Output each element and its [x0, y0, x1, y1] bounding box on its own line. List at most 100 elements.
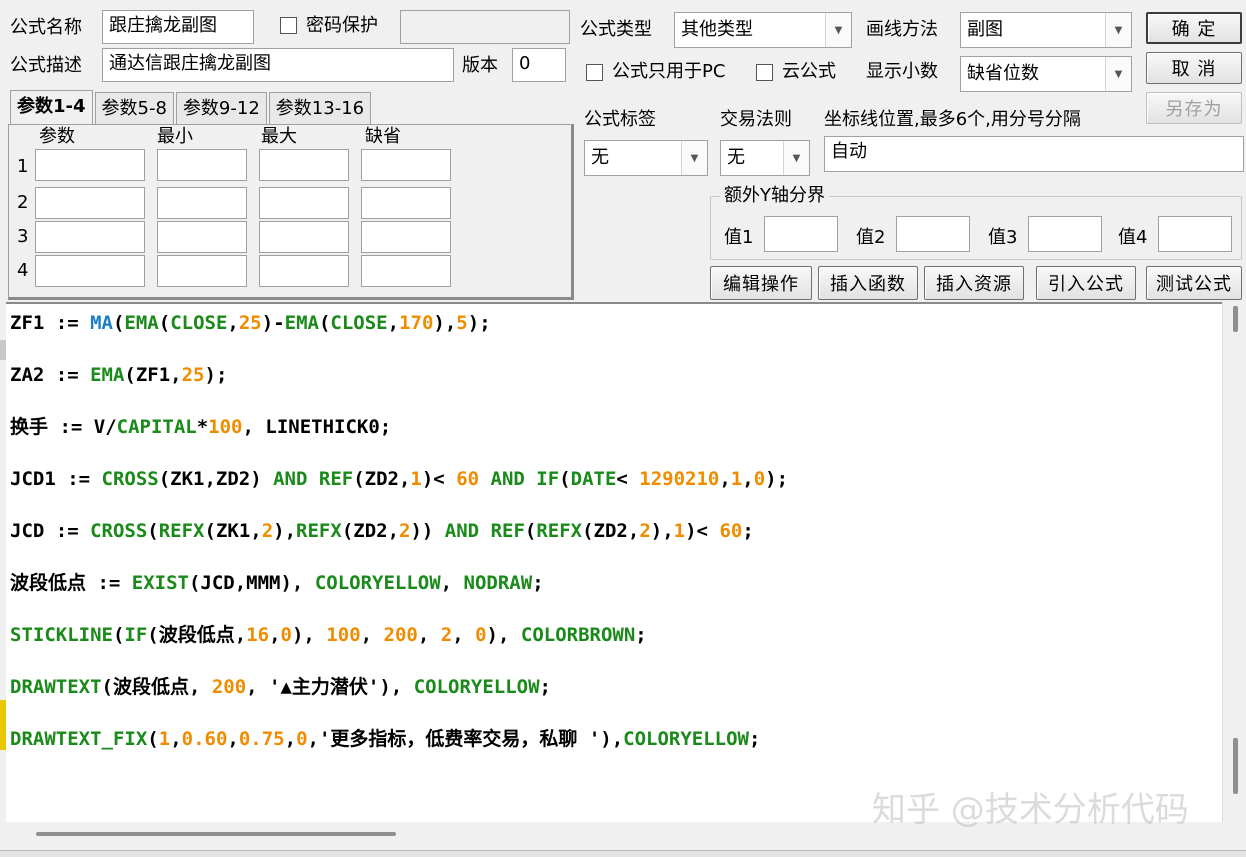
code-token: );: [765, 468, 789, 490]
tab-params-1-4[interactable]: 参数1-4: [10, 90, 93, 124]
formula-type-select[interactable]: 其他类型 ▼: [674, 12, 852, 48]
code-line[interactable]: JCD1 := CROSS(ZK1,ZD2) AND REF(ZD2,1)< 6…: [10, 466, 788, 492]
code-token: ,: [452, 624, 476, 646]
code-token: ,: [170, 728, 182, 750]
draw-method-select[interactable]: 副图 ▼: [960, 12, 1132, 48]
code-token: )<: [421, 468, 457, 490]
param-3-default[interactable]: [361, 221, 451, 253]
param-4-min[interactable]: [157, 255, 247, 287]
formula-desc-label: 公式描述: [10, 55, 82, 76]
save-as-button[interactable]: 另存为: [1146, 92, 1242, 124]
param-1-min[interactable]: [157, 149, 247, 181]
code-token: ;: [532, 572, 544, 594]
code-line[interactable]: ZF1 := MA(EMA(CLOSE,25)-EMA(CLOSE,170),5…: [10, 310, 491, 336]
insert-function-button[interactable]: 插入函数: [818, 266, 918, 300]
formula-name-input[interactable]: 跟庄擒龙副图: [102, 10, 254, 44]
code-token: EXIST: [131, 572, 189, 594]
code-line[interactable]: ZA2 := EMA(ZF1,25);: [10, 362, 227, 388]
code-token: DRAWTEXT: [10, 676, 102, 698]
param-header-min: 最小: [157, 126, 193, 147]
param-3-min[interactable]: [157, 221, 247, 253]
trade-rule-select[interactable]: 无 ▼: [720, 140, 810, 176]
param-3-max[interactable]: [259, 221, 349, 253]
param-2-max[interactable]: [259, 187, 349, 219]
code-token: 100: [326, 624, 361, 646]
formula-type-value: 其他类型: [681, 19, 753, 40]
code-editor[interactable]: ZF1 := MA(EMA(CLOSE,25)-EMA(CLOSE,170),5…: [6, 302, 1222, 822]
tab-params-13-16[interactable]: 参数13-16: [268, 92, 372, 124]
code-token: 2: [261, 520, 274, 542]
value2-label: 值2: [856, 227, 886, 248]
chevron-down-icon[interactable]: ▼: [783, 141, 809, 175]
code-token: ZF1 :=: [10, 312, 91, 334]
code-token: 60: [456, 468, 491, 490]
edit-ops-button[interactable]: 编辑操作: [710, 266, 812, 300]
code-line[interactable]: JCD := CROSS(REFX(ZK1,2),REFX(ZD2,2)) AN…: [10, 518, 754, 544]
import-formula-button[interactable]: 引入公式: [1036, 266, 1136, 300]
password-input[interactable]: [400, 10, 570, 44]
scrollbar-thumb[interactable]: [1233, 738, 1238, 794]
code-token: MA: [90, 312, 113, 334]
param-4-max[interactable]: [259, 255, 349, 287]
test-formula-button[interactable]: 测试公式: [1146, 266, 1242, 300]
tab-params-5-8[interactable]: 参数5-8: [94, 92, 174, 124]
param-4-default[interactable]: [361, 255, 451, 287]
vertical-scrollbar[interactable]: [1222, 302, 1246, 822]
value1-input[interactable]: [764, 216, 838, 252]
code-token: ZA2 :=: [10, 364, 91, 386]
status-bar: [0, 850, 1246, 857]
code-token: 0: [296, 728, 308, 750]
code-token: (: [147, 520, 159, 542]
decimals-select[interactable]: 缺省位数 ▼: [960, 56, 1132, 92]
code-token: 2: [399, 520, 411, 542]
scrollbar-thumb-top[interactable]: [1233, 306, 1238, 332]
param-2-default[interactable]: [361, 187, 451, 219]
version-input[interactable]: 0: [512, 48, 566, 82]
ok-button[interactable]: 确 定: [1146, 12, 1242, 44]
tab-params-9-12[interactable]: 参数9-12: [175, 92, 267, 124]
code-token: CAPITAL: [116, 416, 197, 438]
param-row-number: 1: [17, 156, 29, 177]
code-token: (JCD,MMM),: [188, 572, 315, 594]
chevron-down-icon[interactable]: ▼: [681, 141, 707, 175]
formula-tag-select[interactable]: 无 ▼: [584, 140, 708, 176]
code-line[interactable]: 换手 := V/CAPITAL*100, LINETHICK0;: [10, 414, 391, 440]
param-row-number: 4: [17, 260, 29, 281]
insert-resource-button[interactable]: 插入资源: [924, 266, 1024, 300]
param-1-max[interactable]: [259, 149, 349, 181]
code-token: )): [410, 520, 445, 542]
param-2-min[interactable]: [157, 187, 247, 219]
value4-input[interactable]: [1158, 216, 1232, 252]
code-line[interactable]: DRAWTEXT_FIX(1,0.60,0.75,0,'更多指标，低费率交易，私…: [10, 726, 760, 752]
pc-only-checkbox[interactable]: [586, 64, 603, 81]
param-1-default[interactable]: [361, 149, 451, 181]
code-token: ),: [291, 624, 327, 646]
param-3-name[interactable]: [35, 221, 145, 253]
cancel-button[interactable]: 取 消: [1146, 52, 1242, 84]
chevron-down-icon[interactable]: ▼: [1105, 57, 1131, 91]
cloud-formula-checkbox[interactable]: [756, 64, 773, 81]
password-protect-checkbox[interactable]: [280, 17, 297, 34]
param-2-name[interactable]: [35, 187, 145, 219]
param-1-name[interactable]: [35, 149, 145, 181]
code-token: (ZF1,: [124, 364, 182, 386]
code-token: 0: [280, 624, 292, 646]
code-line[interactable]: STICKLINE(IF(波段低点,16,0), 100, 200, 2, 0)…: [10, 622, 647, 648]
code-token: ),: [433, 312, 457, 334]
code-token: ,: [719, 468, 731, 490]
value3-input[interactable]: [1028, 216, 1102, 252]
formula-desc-input[interactable]: 通达信跟庄擒龙副图: [102, 48, 454, 82]
value2-input[interactable]: [896, 216, 970, 252]
chevron-down-icon[interactable]: ▼: [825, 13, 851, 47]
code-line[interactable]: DRAWTEXT(波段低点, 200, '▲主力潜伏'), COLORYELLO…: [10, 674, 551, 700]
code-token: 200: [383, 624, 418, 646]
code-token: COLORYELLOW: [413, 676, 540, 698]
param-4-name[interactable]: [35, 255, 145, 287]
scrollbar-thumb[interactable]: [36, 832, 396, 836]
code-token: ,: [269, 624, 281, 646]
code-line[interactable]: 波段低点 := EXIST(JCD,MMM), COLORYELLOW, NOD…: [10, 570, 544, 596]
code-token: 100: [208, 416, 243, 438]
axis-lines-input[interactable]: 自动: [824, 136, 1244, 172]
chevron-down-icon[interactable]: ▼: [1105, 13, 1131, 47]
code-token: DRAWTEXT_FIX: [10, 728, 148, 750]
